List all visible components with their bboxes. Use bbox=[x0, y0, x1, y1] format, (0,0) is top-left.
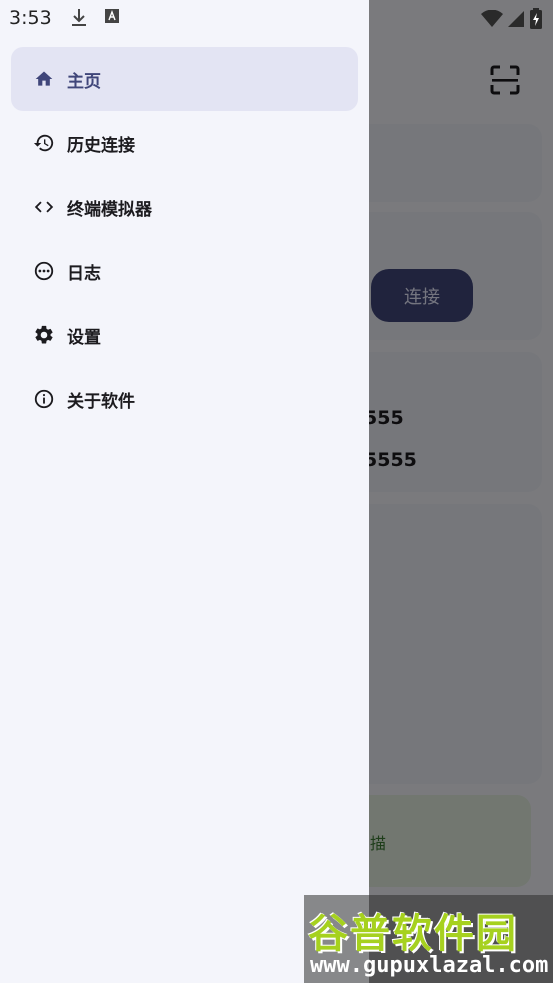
drawer-item-home[interactable]: 主页 bbox=[11, 47, 358, 111]
wifi-icon bbox=[481, 10, 503, 27]
gear-icon bbox=[33, 324, 55, 346]
watermark-logo: 谷普软件园 www.gupuxlazal.com bbox=[304, 895, 553, 983]
drawer-item-label: 历史连接 bbox=[67, 135, 135, 156]
a-icon bbox=[105, 9, 119, 23]
code-icon bbox=[33, 196, 55, 218]
drawer-item-log[interactable]: 日志 bbox=[11, 239, 358, 303]
drawer-item-label: 主页 bbox=[67, 71, 101, 92]
drawer-item-terminal[interactable]: 终端模拟器 bbox=[11, 175, 358, 239]
signal-icon bbox=[508, 11, 524, 27]
more-horiz-circle-icon bbox=[33, 260, 55, 282]
drawer-item-label: 日志 bbox=[67, 263, 101, 284]
drawer-item-about[interactable]: 关于软件 bbox=[11, 367, 358, 431]
drawer-item-settings[interactable]: 设置 bbox=[11, 303, 358, 367]
status-bar: 3:53 bbox=[0, 0, 553, 38]
watermark-title: 谷普软件园 bbox=[308, 911, 518, 957]
watermark-url: www.gupuxlazal.com bbox=[310, 953, 549, 978]
status-notification-icons bbox=[70, 8, 120, 28]
drawer-item-label: 设置 bbox=[67, 327, 101, 348]
status-time: 3:53 bbox=[9, 7, 52, 29]
drawer-item-history[interactable]: 历史连接 bbox=[11, 111, 358, 175]
download-icon bbox=[72, 9, 86, 26]
drawer-item-label: 关于软件 bbox=[67, 391, 135, 412]
drawer-item-label: 终端模拟器 bbox=[67, 199, 152, 220]
drawer-nav-list: 主页 历史连接 终端模拟器 日志 设置 关于软件 bbox=[11, 47, 358, 431]
navigation-drawer: 主页 历史连接 终端模拟器 日志 设置 关于软件 bbox=[0, 0, 369, 983]
home-icon bbox=[33, 68, 55, 90]
status-system-icons bbox=[481, 8, 543, 30]
battery-charging-icon bbox=[530, 8, 542, 29]
history-icon bbox=[33, 132, 55, 154]
info-icon bbox=[33, 388, 55, 410]
